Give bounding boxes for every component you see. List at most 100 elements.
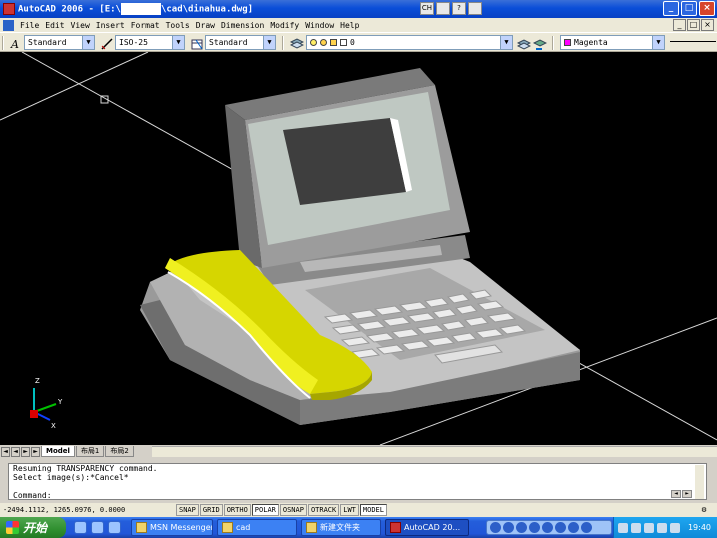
menu-view[interactable]: View [68,21,93,30]
table-style-dropdown[interactable]: Standard ▼ [205,35,276,50]
command-scrollbar[interactable] [695,465,704,499]
media-button-icon[interactable] [568,522,579,533]
command-history-line: Select image(s):*Cancel* [13,473,129,482]
communication-center-icon[interactable]: ⚙ [697,505,711,516]
media-button-icon[interactable] [503,522,514,533]
menu-modify[interactable]: Modify [267,21,302,30]
horizontal-scrollbar[interactable] [152,446,717,457]
last-tab-button[interactable]: ► [31,446,40,457]
linetype-preview[interactable] [670,41,716,43]
menu-tools[interactable]: Tools [163,21,193,30]
snap-toggle[interactable]: SNAP [176,504,199,516]
toolbar-grip[interactable] [2,36,4,50]
autocad-app-icon[interactable] [3,3,15,15]
dim-style-icon[interactable] [99,36,113,50]
styles-layers-toolbar: A Standard ▼ ISO-25 ▼ Standard ▼ 0 ▼ Magent… [0,33,717,52]
document-minimize-button[interactable]: _ [673,19,686,31]
taskbar-item-msn[interactable]: MSN Messenger [131,519,213,536]
model-space-canvas[interactable]: Z Y X [0,52,717,445]
menu-format[interactable]: Format [128,21,163,30]
chevron-down-icon[interactable]: ▼ [263,36,275,49]
tray-messenger-icon[interactable] [644,522,654,533]
command-window[interactable]: Resuming TRANSPARENCY command. Select im… [8,463,707,500]
taskbar-item-new-folder[interactable]: 新建文件夹 [301,519,381,536]
text-style-icon[interactable]: A [8,36,22,51]
taskbar-item-label: MSN Messenger [150,523,213,532]
media-button-icon[interactable] [581,522,592,533]
model-toggle[interactable]: MODEL [359,504,387,516]
chevron-down-icon[interactable]: ▼ [82,36,94,49]
menu-edit[interactable]: Edit [42,21,67,30]
tab-layout2[interactable]: 布局2 [105,446,134,457]
tray-ime-icon[interactable] [670,522,680,533]
menu-file[interactable]: File [17,21,42,30]
restore-button[interactable]: □ [681,1,697,16]
menu-draw[interactable]: Draw [193,21,218,30]
scroll-left-icon[interactable]: ◄ [671,490,681,498]
taskbar-item-autocad[interactable]: AutoCAD 20... [385,519,469,536]
document-icon[interactable] [3,19,14,31]
ortho-toggle[interactable]: ORTHO [223,504,251,516]
media-button-icon[interactable] [542,522,553,533]
ime-options-button[interactable] [468,2,482,15]
dim-style-dropdown[interactable]: ISO-25 ▼ [115,35,185,50]
toolbar-grip[interactable] [552,36,554,50]
quick-launch-icon[interactable] [91,521,104,534]
sun-thaw-icon[interactable] [320,39,327,46]
media-button-icon[interactable] [555,522,566,533]
drawing-viewport[interactable]: Z Y X [0,52,717,445]
folder-icon [222,522,233,533]
osnap-toggle[interactable]: OSNAP [279,504,307,516]
unlocked-icon[interactable] [330,39,337,46]
scroll-right-icon[interactable]: ► [682,490,692,498]
previous-tab-button[interactable]: ◄ [11,446,20,457]
lwt-toggle[interactable]: LWT [340,504,359,516]
layer-previous-icon[interactable] [532,36,548,50]
menu-help[interactable]: Help [337,21,362,30]
msn-icon [136,522,147,533]
menu-dimension[interactable]: Dimension [218,21,267,30]
ime-language-button[interactable]: CH [420,2,434,15]
color-control-dropdown[interactable]: Magenta ▼ [560,35,665,50]
first-tab-button[interactable]: ◄ [1,446,10,457]
grid-toggle[interactable]: GRID [199,504,223,516]
taskbar-clock[interactable]: 19:40 [688,523,711,532]
tray-volume-icon[interactable] [657,522,667,533]
taskbar-item-cad-folder[interactable]: cad [217,519,297,536]
document-restore-button[interactable]: □ [687,19,700,31]
quick-launch-icon[interactable] [74,521,87,534]
close-button[interactable]: × [699,1,715,16]
lightbulb-on-icon[interactable] [310,39,317,46]
otrack-toggle[interactable]: OTRACK [307,504,340,516]
command-prompt[interactable]: Command: [9,491,659,500]
text-style-value: Standard [28,38,67,47]
tab-model[interactable]: Model [41,446,75,457]
text-style-dropdown[interactable]: Standard ▼ [24,35,95,50]
tray-shield-icon[interactable] [631,522,641,533]
next-tab-button[interactable]: ► [21,446,30,457]
toolbar-grip[interactable] [282,36,284,50]
polar-toggle[interactable]: POLAR [251,504,279,516]
chevron-down-icon[interactable]: ▼ [500,36,512,49]
menu-insert[interactable]: Insert [93,21,128,30]
layer-manager-icon[interactable] [289,36,305,50]
coordinate-display[interactable]: -2494.1112, 1265.0976, 0.0000 [0,506,176,514]
ime-help-button[interactable]: ? [452,2,466,15]
svg-text:A: A [10,38,19,51]
minimize-button[interactable]: _ [663,1,679,16]
ime-mode-button[interactable] [436,2,450,15]
start-button[interactable]: 开始 [0,517,66,538]
quick-launch-icon[interactable] [108,521,121,534]
layer-dropdown[interactable]: 0 ▼ [306,35,513,50]
chevron-down-icon[interactable]: ▼ [652,36,664,49]
document-close-button[interactable]: × [701,19,714,31]
make-object-layer-current-icon[interactable] [516,36,532,50]
tab-layout1[interactable]: 布局1 [75,446,105,457]
media-button-icon[interactable] [490,522,501,533]
media-button-icon[interactable] [516,522,527,533]
chevron-down-icon[interactable]: ▼ [172,36,184,49]
menu-window[interactable]: Window [302,21,337,30]
media-button-icon[interactable] [529,522,540,533]
table-style-icon[interactable] [189,36,203,50]
tray-network-icon[interactable] [618,522,628,533]
